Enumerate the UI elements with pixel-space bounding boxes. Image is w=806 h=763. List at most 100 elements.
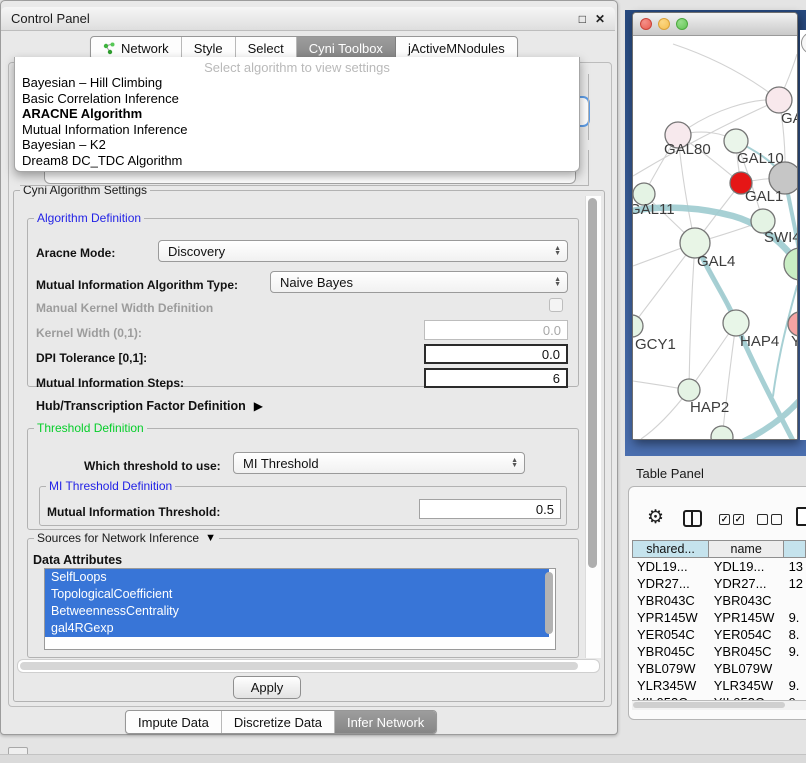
- mi-steps-label: Mutual Information Steps:: [36, 376, 184, 390]
- node-table: shared... name YDL19... YDL19... 13 YDR2…: [632, 540, 806, 700]
- column-header-partial[interactable]: [784, 540, 806, 558]
- obscured-groupbox-edge: [588, 150, 589, 186]
- hub-section-toggle[interactable]: Hub/Transcription Factor Definition ▶: [36, 399, 263, 413]
- tab-jactivemnodules[interactable]: jActiveMNodules: [396, 37, 517, 59]
- algorithm-option[interactable]: Bayesian – Hill Climbing: [15, 75, 579, 91]
- expanded-arrow-icon: ▼: [205, 532, 216, 545]
- list-item[interactable]: TopologicalCoefficient: [45, 586, 549, 603]
- obscured-groupbox-edge: [20, 185, 589, 186]
- algorithm-select-popup: Select algorithm to view settings Bayesi…: [14, 57, 580, 172]
- mi-type-combo[interactable]: Naive Bayes ▲▼: [270, 271, 568, 293]
- table-row[interactable]: YLR345W YLR345W 9.: [632, 677, 806, 694]
- node-label-gal4: GAL4: [697, 253, 735, 270]
- manual-kernel-checkbox[interactable]: [549, 298, 563, 312]
- kernel-width-field[interactable]: 0.0: [424, 320, 568, 340]
- network-selector-combo-fragment[interactable]: [44, 171, 576, 184]
- algorithm-option[interactable]: Dream8 DC_TDC Algorithm: [15, 153, 579, 169]
- table-row[interactable]: YBR043C YBR043C: [632, 592, 806, 609]
- tab-discretize-data[interactable]: Discretize Data: [222, 711, 335, 733]
- which-threshold-combo[interactable]: MI Threshold ▲▼: [233, 452, 525, 474]
- list-item[interactable]: BetweennessCentrality: [45, 603, 549, 620]
- settings-scrollbar-thumb[interactable]: [588, 198, 597, 568]
- kernel-width-label: Kernel Width (0,1):: [36, 326, 142, 340]
- algorithm-definition-legend: Algorithm Definition: [34, 212, 144, 225]
- network-window-titlebar[interactable]: [633, 13, 797, 36]
- network-icon: [103, 42, 116, 55]
- mi-threshold-label: Mutual Information Threshold:: [47, 505, 220, 519]
- manual-kernel-label: Manual Kernel Width Definition: [36, 301, 213, 315]
- hub-section-label: Hub/Transcription Factor Definition: [36, 399, 246, 413]
- zoom-traffic-light[interactable]: [676, 18, 688, 30]
- tab-style[interactable]: Style: [182, 37, 236, 59]
- sources-legend[interactable]: Sources for Network Inference ▼: [34, 532, 219, 545]
- list-item[interactable]: gal4RGexp: [45, 620, 549, 637]
- float-window-icon[interactable]: □: [579, 13, 586, 25]
- stepper-icon: ▲▼: [554, 246, 561, 256]
- node-label-gal80: GAL80: [664, 141, 711, 158]
- control-panel-titlebar: Control Panel □ ✕: [1, 7, 615, 31]
- table-row[interactable]: YDL19... YDL19... 13: [632, 558, 806, 575]
- select-all-checkbox-icon[interactable]: ✓: [719, 514, 730, 525]
- adjacent-window-sliver: [800, 30, 806, 440]
- tab-select[interactable]: Select: [236, 37, 297, 59]
- which-threshold-value: MI Threshold: [243, 456, 319, 471]
- mi-threshold-field[interactable]: 0.5: [419, 499, 561, 519]
- list-item[interactable]: SelfLoops: [45, 569, 549, 586]
- collapsed-arrow-icon: ▶: [254, 399, 263, 413]
- deselect-checkbox-icon-2[interactable]: [771, 514, 782, 525]
- algorithm-option-selected[interactable]: ARACNE Algorithm: [15, 106, 579, 122]
- data-attributes-list[interactable]: SelfLoops TopologicalCoefficient Between…: [44, 568, 556, 650]
- tab-impute-data[interactable]: Impute Data: [126, 711, 222, 733]
- algorithm-popup-placeholder: Select algorithm to view settings: [15, 57, 579, 75]
- node-label-gal10: GAL10: [737, 150, 784, 167]
- node-label-gal-partial: GAL: [781, 110, 797, 127]
- mi-steps-field[interactable]: 6: [424, 368, 568, 388]
- apply-button[interactable]: Apply: [233, 676, 301, 699]
- node-label-gal11: GAL11: [633, 201, 675, 218]
- aracne-mode-label: Aracne Mode:: [36, 246, 115, 260]
- node-label-y-partial: Y: [791, 333, 797, 350]
- deselect-checkbox-icon[interactable]: [757, 514, 768, 525]
- partial-node: [801, 32, 806, 54]
- node-label-gcy1: GCY1: [635, 336, 676, 353]
- node-label-hap2: HAP2: [690, 399, 729, 416]
- close-window-icon[interactable]: ✕: [595, 13, 605, 25]
- algorithm-option[interactable]: Basic Correlation Inference: [15, 91, 579, 107]
- document-icon[interactable]: [796, 507, 806, 526]
- list-scrollbar-thumb[interactable]: [545, 572, 553, 634]
- control-panel-title: Control Panel: [11, 11, 90, 26]
- tab-network[interactable]: Network: [91, 37, 182, 59]
- gear-icon[interactable]: ⚙: [647, 506, 664, 529]
- data-attributes-label: Data Attributes: [33, 553, 122, 567]
- table-row[interactable]: YDR27... YDR27... 12: [632, 575, 806, 592]
- stepper-icon: ▲▼: [554, 277, 561, 287]
- minimize-traffic-light[interactable]: [658, 18, 670, 30]
- aracne-mode-combo[interactable]: Discovery ▲▼: [158, 240, 568, 262]
- column-header-shared[interactable]: shared...: [632, 540, 709, 558]
- network-canvas[interactable]: GAL GAL80 GAL10 GAL1 GAL11 SWI4 GAL4 GCY…: [633, 36, 797, 439]
- settings-hscrollbar-thumb[interactable]: [20, 662, 578, 670]
- table-row[interactable]: YPR145W YPR145W 9.: [632, 609, 806, 626]
- select-all-checkbox-icon-2[interactable]: ✓: [733, 514, 744, 525]
- mi-threshold-legend: MI Threshold Definition: [46, 480, 175, 493]
- mi-type-value: Naive Bayes: [280, 275, 353, 290]
- table-row[interactable]: YBR045C YBR045C 9.: [632, 643, 806, 660]
- table-row[interactable]: YBL079W YBL079W: [632, 660, 806, 677]
- close-traffic-light[interactable]: [640, 18, 652, 30]
- column-header-name[interactable]: name: [709, 540, 784, 558]
- table-row[interactable]: YER054C YER054C 8.: [632, 626, 806, 643]
- table-panel-title: Table Panel: [636, 466, 704, 481]
- tab-cyni-toolbox[interactable]: Cyni Toolbox: [297, 37, 396, 59]
- bottom-tabbar: Impute Data Discretize Data Infer Networ…: [125, 710, 437, 734]
- settings-hscrollbar-track[interactable]: [17, 659, 600, 673]
- algorithm-option[interactable]: Bayesian – K2: [15, 137, 579, 153]
- tab-infer-network[interactable]: Infer Network: [335, 711, 436, 733]
- table-hscrollbar-thumb[interactable]: [633, 702, 785, 708]
- table-hscrollbar-track[interactable]: [632, 700, 806, 710]
- algorithm-option[interactable]: Mutual Information Inference: [15, 122, 579, 138]
- which-threshold-label: Which threshold to use:: [84, 459, 221, 473]
- node-label-gal1: GAL1: [745, 188, 783, 205]
- dpi-tolerance-field[interactable]: 0.0: [424, 344, 568, 364]
- node-label-swi4: SWI4: [764, 229, 797, 246]
- column-layout-icon[interactable]: [683, 510, 702, 527]
